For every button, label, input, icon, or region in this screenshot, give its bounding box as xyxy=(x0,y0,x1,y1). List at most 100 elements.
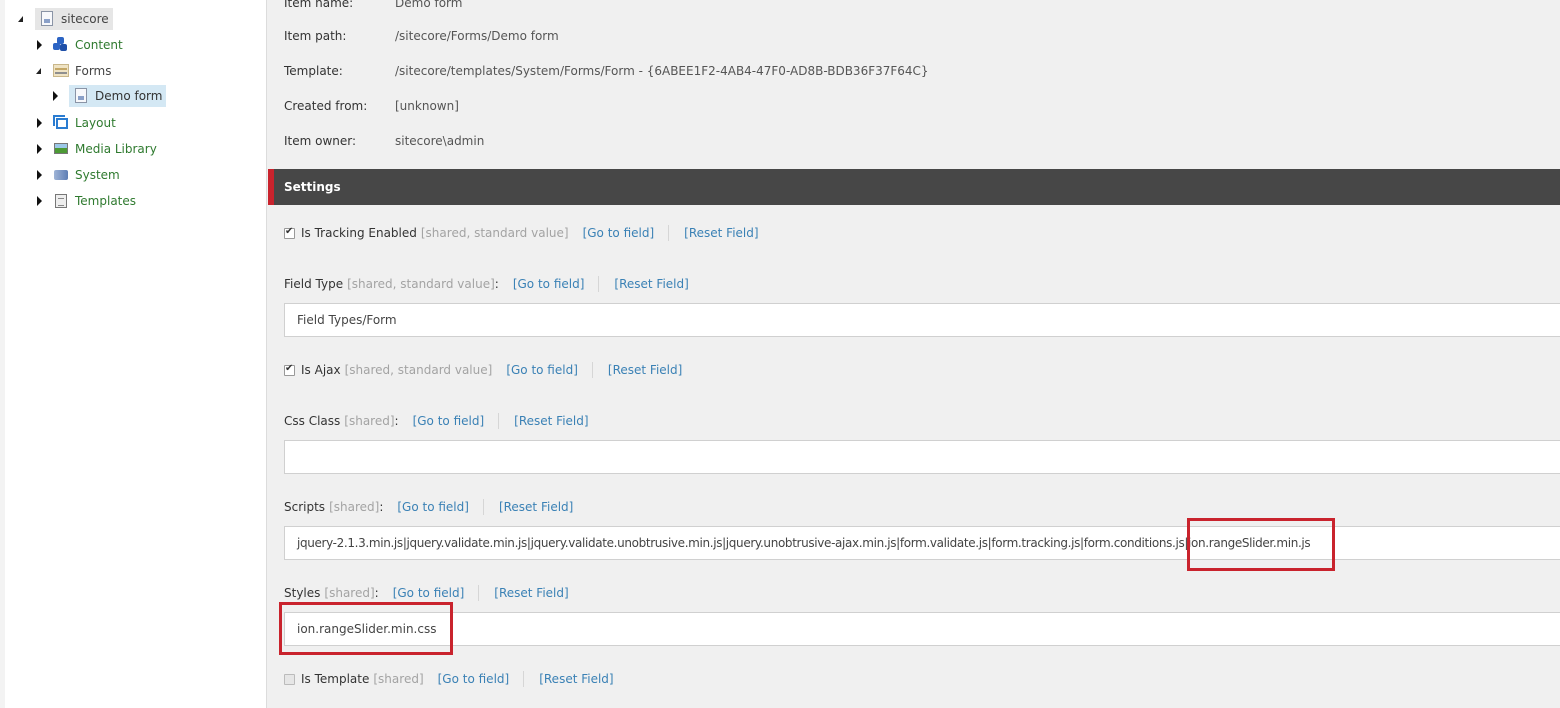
field-scripts-label: Scripts [shared] : [Go to field] [Reset … xyxy=(284,497,573,517)
item-editor: Item name: Demo form Item path: /sitecor… xyxy=(268,0,1560,708)
field-meta: [shared, standard value] xyxy=(344,363,493,377)
media-image-icon xyxy=(53,141,69,157)
tree-label: Demo form xyxy=(95,89,163,103)
collapse-arrow-icon[interactable] xyxy=(35,66,45,76)
reset-field-link[interactable]: [Reset Field] xyxy=(539,672,613,686)
templates-icon xyxy=(53,193,69,209)
field-meta: [shared] xyxy=(324,586,375,600)
link-separator xyxy=(523,671,525,687)
tree-label: sitecore xyxy=(61,12,109,26)
tree-node-media-library[interactable]: Media Library xyxy=(35,139,157,159)
tree-node-demo-form[interactable]: Demo form xyxy=(51,85,167,107)
field-meta: [shared] xyxy=(344,414,395,428)
tree-label: Templates xyxy=(75,194,137,208)
document-icon xyxy=(39,11,55,27)
field-name: Is Ajax xyxy=(301,363,341,377)
info-created-from: Created from: [unknown] xyxy=(284,96,459,116)
tree-node-templates[interactable]: Templates xyxy=(35,191,136,211)
link-separator xyxy=(668,225,670,241)
field-meta: [shared] xyxy=(373,672,424,686)
field-meta: [shared, standard value] xyxy=(347,277,495,291)
field-is-tracking-enabled: Is Tracking Enabled [shared, standard va… xyxy=(284,223,759,243)
form-document-icon xyxy=(73,88,89,104)
expand-arrow-icon[interactable] xyxy=(35,196,45,206)
field-field-type-label: Field Type [shared, standard value] : [G… xyxy=(284,274,689,294)
field-colon: : xyxy=(494,277,499,291)
tree-node-content[interactable]: Content xyxy=(35,35,123,55)
field-name: Scripts xyxy=(284,500,326,514)
info-value: Demo form xyxy=(395,0,463,10)
content-cubes-icon xyxy=(53,37,69,53)
tree-node-sitecore[interactable]: sitecore xyxy=(17,8,113,30)
go-to-field-link[interactable]: [Go to field] xyxy=(583,226,655,240)
tree-node-system[interactable]: System xyxy=(35,165,120,185)
info-item-path: Item path: /sitecore/Forms/Demo form xyxy=(284,26,559,46)
go-to-field-link[interactable]: [Go to field] xyxy=(438,672,510,686)
field-is-template: Is Template [shared] [Go to field] [Rese… xyxy=(284,669,614,689)
expand-arrow-icon[interactable] xyxy=(51,91,61,101)
field-meta: [shared, standard value] xyxy=(420,226,569,240)
info-label: Item owner: xyxy=(284,134,357,148)
expand-arrow-icon[interactable] xyxy=(35,40,45,50)
reset-field-link[interactable]: [Reset Field] xyxy=(494,586,568,600)
tree-label: System xyxy=(75,168,120,182)
reset-field-link[interactable]: [Reset Field] xyxy=(684,226,758,240)
info-label: Created from: xyxy=(284,99,368,113)
reset-field-link[interactable]: [Reset Field] xyxy=(608,363,682,377)
tree-label: Media Library xyxy=(75,142,157,156)
scripts-input[interactable]: jquery-2.1.3.min.js|jquery.validate.min.… xyxy=(284,526,1560,560)
info-label: Item path: xyxy=(284,29,347,43)
info-item-name: Item name: Demo form xyxy=(284,0,462,13)
info-value[interactable]: /sitecore/templates/System/Forms/Form - … xyxy=(395,64,929,78)
link-separator xyxy=(598,276,600,292)
tree-label: Forms xyxy=(75,64,112,78)
is-tracking-enabled-checkbox[interactable] xyxy=(284,226,295,239)
field-name: Is Template xyxy=(301,672,370,686)
field-name: Is Tracking Enabled xyxy=(301,226,417,240)
info-label: Item name: xyxy=(284,0,354,10)
go-to-field-link[interactable]: [Go to field] xyxy=(506,363,578,377)
field-colon: : xyxy=(379,500,384,514)
section-title: Settings xyxy=(284,180,341,194)
system-icon xyxy=(53,167,69,183)
content-tree-sidebar: sitecore Content Forms Demo form Layout … xyxy=(0,0,267,708)
field-colon: : xyxy=(374,586,379,600)
settings-section-header[interactable]: Settings xyxy=(268,169,1560,205)
go-to-field-link[interactable]: [Go to field] xyxy=(397,500,469,514)
expand-arrow-icon[interactable] xyxy=(35,170,45,180)
tree-label: Content xyxy=(75,38,123,52)
reset-field-link[interactable]: [Reset Field] xyxy=(614,277,688,291)
reset-field-link[interactable]: [Reset Field] xyxy=(514,414,588,428)
go-to-field-link[interactable]: [Go to field] xyxy=(513,277,585,291)
info-value: /sitecore/Forms/Demo form xyxy=(395,29,559,43)
reset-field-link[interactable]: [Reset Field] xyxy=(499,500,573,514)
go-to-field-link[interactable]: [Go to field] xyxy=(393,586,465,600)
forms-icon xyxy=(53,63,69,79)
tree-node-forms[interactable]: Forms xyxy=(35,61,111,81)
tree-label: Layout xyxy=(75,116,116,130)
field-type-input[interactable]: Field Types/Form xyxy=(284,303,1560,337)
go-to-field-link[interactable]: [Go to field] xyxy=(413,414,485,428)
field-name: Css Class xyxy=(284,414,341,428)
is-ajax-checkbox[interactable] xyxy=(284,363,295,376)
is-template-checkbox[interactable] xyxy=(284,673,295,685)
info-item-owner: Item owner: sitecore\admin xyxy=(284,131,484,151)
css-class-input[interactable] xyxy=(284,440,1560,474)
link-separator xyxy=(482,499,484,515)
info-template: Template: /sitecore/templates/System/For… xyxy=(284,61,929,81)
info-value: sitecore\admin xyxy=(395,134,485,148)
tree-node-layout[interactable]: Layout xyxy=(35,113,116,133)
expand-arrow-icon[interactable] xyxy=(35,118,45,128)
field-styles-label: Styles [shared] : [Go to field] [Reset F… xyxy=(284,583,569,603)
field-is-ajax: Is Ajax [shared, standard value] [Go to … xyxy=(284,360,682,380)
field-colon: : xyxy=(394,414,399,428)
layout-windows-icon xyxy=(53,115,69,131)
field-css-class-label: Css Class [shared] : [Go to field] [Rese… xyxy=(284,411,589,431)
info-label: Template: xyxy=(284,64,343,78)
styles-input[interactable]: ion.rangeSlider.min.css xyxy=(284,612,1560,646)
field-name: Field Type xyxy=(284,277,344,291)
collapse-arrow-icon[interactable] xyxy=(17,14,27,24)
field-meta: [shared] xyxy=(329,500,380,514)
expand-arrow-icon[interactable] xyxy=(35,144,45,154)
link-separator xyxy=(478,585,480,601)
